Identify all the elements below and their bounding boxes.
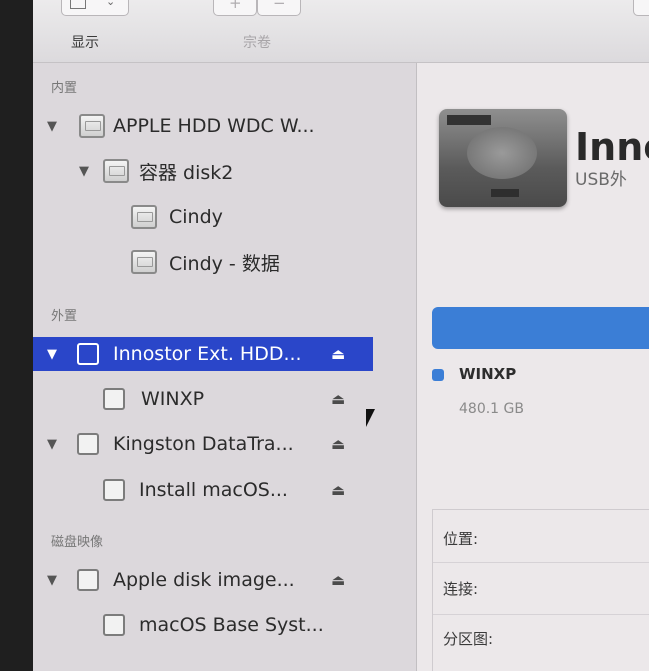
info-label-partition-map: 分区图: [443, 630, 494, 648]
toolbar: ⌄ + − 显示 宗卷 [33, 0, 649, 63]
divider [433, 614, 649, 615]
volume-icon [103, 479, 125, 501]
drive-port [491, 189, 519, 197]
detail-pane: Innc USB外 WINXP 480.1 GB 位置: 连接: 分区图: [417, 63, 649, 671]
sidebar-item-label: 容器 disk2 [139, 161, 234, 184]
plus-icon: + [229, 0, 242, 12]
volume-icon [103, 388, 125, 410]
eject-icon[interactable]: ⏏ [331, 390, 345, 408]
drive-label-strip [447, 115, 491, 125]
volume-icon [103, 614, 125, 636]
external-drive-icon [77, 343, 99, 365]
sidebar-item-install-macos[interactable]: Install macOS... ⏏ [33, 473, 373, 507]
disclosure-triangle-icon[interactable]: ▼ [47, 119, 57, 134]
disclosure-triangle-icon[interactable]: ▼ [79, 164, 89, 179]
add-volume-button[interactable]: + [213, 0, 257, 16]
volume-size: 480.1 GB [459, 401, 524, 417]
hard-drive-icon [79, 114, 105, 138]
hard-drive-icon [103, 159, 129, 183]
volume-label: 宗卷 [243, 35, 271, 51]
disclosure-triangle-icon[interactable]: ▼ [47, 573, 57, 588]
sidebar-item-label: APPLE HDD WDC W... [113, 115, 315, 137]
eject-icon[interactable]: ⏏ [331, 435, 345, 453]
sidebar-item-label: Cindy [169, 206, 223, 228]
sidebar-item-label: WINXP [141, 388, 205, 410]
info-label-connection: 连接: [443, 580, 479, 598]
eject-icon[interactable]: ⏏ [331, 571, 345, 589]
volume-name: WINXP [459, 365, 517, 383]
sidebar-item-label: Innostor Ext. HDD... [113, 343, 302, 365]
external-drive-icon [77, 433, 99, 455]
sidebar-item-cindy-data[interactable]: Cindy - 数据 [33, 245, 373, 279]
sidebar-item-label: macOS Base Syst... [139, 614, 324, 636]
sidebar: 内置 ▼ APPLE HDD WDC W... ▼ 容器 disk2 Cindy… [33, 63, 417, 671]
disclosure-triangle-icon[interactable]: ▼ [47, 347, 57, 362]
toolbar-button-right[interactable] [633, 0, 649, 16]
section-header-internal: 内置 [51, 81, 78, 96]
eject-icon[interactable]: ⏏ [331, 345, 345, 363]
eject-icon[interactable]: ⏏ [331, 481, 345, 499]
sidebar-item-winxp[interactable]: WINXP ⏏ [33, 382, 373, 416]
device-subtitle: USB外 [575, 170, 627, 190]
volume-color-swatch [432, 369, 444, 381]
sidebar-icon [70, 0, 86, 9]
view-label: 显示 [71, 35, 99, 51]
hard-drive-icon [131, 250, 157, 274]
sidebar-item-apple-disk-image[interactable]: ▼ Apple disk image... ⏏ [33, 563, 373, 597]
remove-volume-button[interactable]: − [257, 0, 301, 16]
info-table: 位置: 连接: 分区图: [432, 509, 649, 671]
sidebar-item-apple-hdd[interactable]: ▼ APPLE HDD WDC W... [33, 109, 373, 143]
hard-drive-icon [131, 205, 157, 229]
sidebar-item-label: Cindy - 数据 [169, 252, 280, 275]
sidebar-item-kingston[interactable]: ▼ Kingston DataTra... ⏏ [33, 427, 373, 461]
disk-utility-window: ⌄ + − 显示 宗卷 内置 ▼ APPLE HDD WDC W... ▼ 容器… [33, 0, 649, 671]
section-header-disk-images: 磁盘映像 [51, 535, 104, 550]
sidebar-item-macos-base-system[interactable]: macOS Base Syst... [33, 608, 373, 642]
section-header-external: 外置 [51, 309, 78, 324]
chevron-down-icon: ⌄ [106, 0, 116, 8]
info-label-location: 位置: [443, 530, 479, 548]
sidebar-item-cindy[interactable]: Cindy [33, 200, 373, 234]
partition-usage-bar [432, 307, 649, 349]
disk-image-icon [77, 569, 99, 591]
disclosure-triangle-icon[interactable]: ▼ [47, 437, 57, 452]
device-title: Innc [575, 125, 649, 169]
mouse-pointer-icon [366, 409, 375, 427]
minus-icon: − [273, 0, 286, 12]
sidebar-item-innostor[interactable]: ▼ Innostor Ext. HDD... ⏏ [33, 337, 373, 371]
sidebar-item-container-disk2[interactable]: ▼ 容器 disk2 [33, 154, 373, 188]
sidebar-item-label: Install macOS... [139, 479, 288, 501]
sidebar-item-label: Kingston DataTra... [113, 433, 294, 455]
sidebar-item-label: Apple disk image... [113, 569, 295, 591]
external-hard-drive-icon [439, 109, 567, 207]
divider [433, 562, 649, 563]
sidebar-toggle-button[interactable]: ⌄ [61, 0, 129, 16]
